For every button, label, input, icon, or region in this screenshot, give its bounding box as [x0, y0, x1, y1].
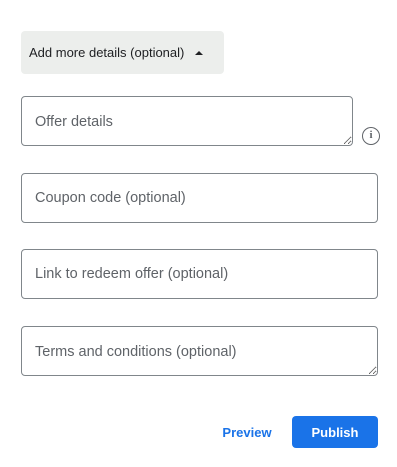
offer-details-form: Add more details (optional) i Preview Pu… — [0, 0, 397, 467]
offer-details-field[interactable] — [21, 96, 353, 146]
redeem-link-field[interactable] — [21, 249, 378, 299]
caret-up-icon — [195, 50, 204, 55]
terms-and-conditions-field[interactable] — [21, 326, 378, 376]
add-more-details-label: Add more details (optional) — [29, 45, 185, 60]
coupon-code-field[interactable] — [21, 173, 378, 223]
info-icon[interactable]: i — [362, 127, 380, 145]
publish-button[interactable]: Publish — [292, 416, 378, 448]
add-more-details-toggle[interactable]: Add more details (optional) — [21, 31, 224, 74]
preview-button[interactable]: Preview — [214, 416, 280, 448]
